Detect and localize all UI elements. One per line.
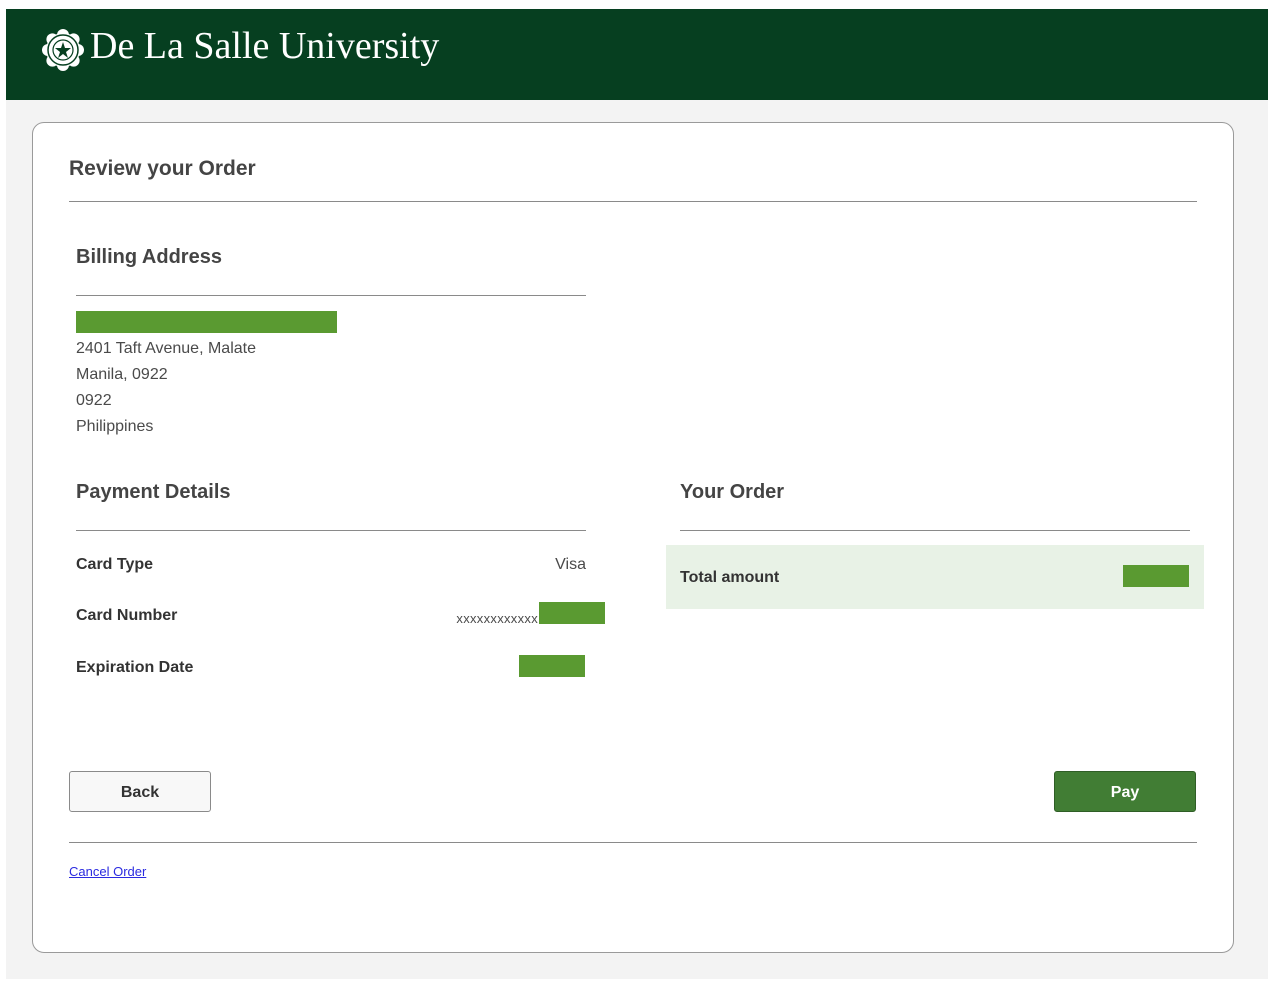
billing-divider: [76, 295, 586, 296]
card-number-label: Card Number: [76, 607, 178, 624]
brand-name: De La Salle University: [90, 25, 440, 67]
pay-button[interactable]: Pay: [1054, 771, 1196, 812]
site-header: De La Salle University: [6, 9, 1268, 100]
payment-divider: [76, 530, 586, 531]
redacted-total-amount: [1123, 565, 1189, 587]
total-amount-row: Total amount: [666, 545, 1204, 609]
page-title: Review your Order: [69, 157, 256, 180]
card-type-value: Visa: [555, 556, 586, 573]
cancel-order-link[interactable]: Cancel Order: [69, 864, 146, 879]
footer-divider: [69, 842, 1197, 843]
address-line: 0922: [76, 392, 112, 409]
title-divider: [69, 201, 1197, 202]
university-seal-icon: [42, 29, 84, 71]
card-number-masked: xxxxxxxxxxxx: [456, 611, 538, 626]
address-line: 2401 Taft Avenue, Malate: [76, 340, 256, 357]
your-order-title: Your Order: [680, 481, 785, 503]
payment-details-title: Payment Details: [76, 481, 231, 503]
page: De La Salle University Review your Order…: [6, 9, 1268, 979]
total-amount-label: Total amount: [680, 569, 780, 586]
address-line: Manila, 0922: [76, 366, 168, 383]
order-divider: [680, 530, 1190, 531]
redacted-card-number: [539, 602, 605, 624]
billing-address-title: Billing Address: [76, 246, 222, 268]
address-line: Philippines: [76, 418, 154, 435]
expiration-date-label: Expiration Date: [76, 659, 194, 676]
review-order-card: Review your Order Billing Address 2401 T…: [32, 122, 1234, 953]
back-button[interactable]: Back: [69, 771, 211, 812]
redacted-expiration-date: [519, 655, 585, 677]
card-type-label: Card Type: [76, 556, 154, 573]
redacted-billing-name: [76, 311, 337, 333]
